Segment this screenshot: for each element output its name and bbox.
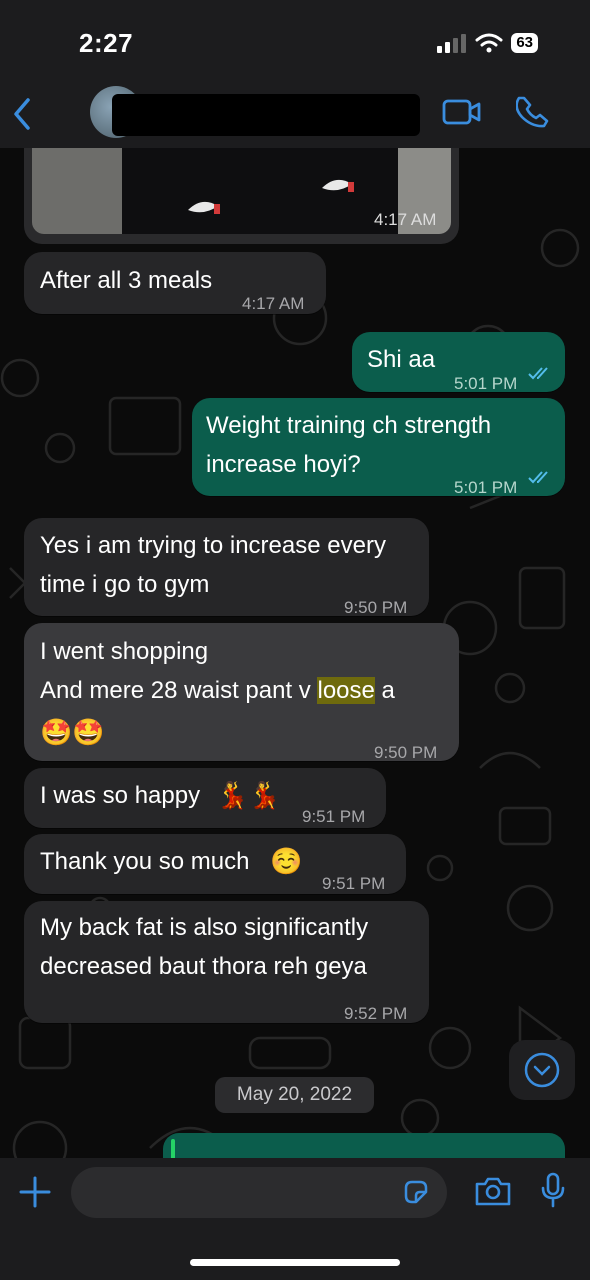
message-bubble-incoming[interactable]: Yes i am trying to increase every time i… xyxy=(24,518,429,617)
message-input[interactable] xyxy=(71,1167,447,1218)
message-text: Yes i am trying to increase every time i… xyxy=(40,532,386,598)
date-separator: May 20, 2022 xyxy=(215,1077,374,1113)
camera-icon[interactable] xyxy=(474,1175,512,1207)
message-text: My back fat is also significantly decrea… xyxy=(40,914,369,980)
message-text: Thank you so much xyxy=(40,848,250,875)
message-timestamp: 9:50 PM xyxy=(344,598,408,617)
emoji: 🤩🤩 xyxy=(40,717,105,747)
message-timestamp: 9:51 PM xyxy=(322,874,386,893)
message-bubble-outgoing[interactable]: Weight training ch strength increase hoy… xyxy=(192,398,565,497)
microphone-icon[interactable] xyxy=(540,1172,566,1210)
chevron-down-icon xyxy=(524,1052,560,1088)
photo-message[interactable]: 4:17 AM xyxy=(24,148,459,244)
message-text-segment: a xyxy=(374,677,395,704)
message-bubble-incoming[interactable]: My back fat is also significantly decrea… xyxy=(24,901,429,1023)
scroll-to-bottom-button[interactable] xyxy=(509,1040,575,1100)
message-text: I went shopping xyxy=(40,638,209,665)
contact-name-redacted[interactable] xyxy=(112,94,420,136)
wifi-icon xyxy=(475,33,503,53)
signal-icon xyxy=(437,34,467,53)
message-bubble-incoming[interactable]: I went shopping And mere 28 waist pant v… xyxy=(24,623,459,762)
message-bubble-incoming[interactable]: I was so happy 💃💃 9:51 PM xyxy=(24,768,386,828)
status-time: 2:27 xyxy=(79,28,134,58)
message-bubble-incoming[interactable]: Thank you so much ☺️ 9:51 PM xyxy=(24,834,406,894)
message-text: I was so happy xyxy=(40,782,201,809)
plus-icon[interactable] xyxy=(18,1175,52,1209)
emoji: 💃💃 xyxy=(216,780,281,810)
message-timestamp: 5:01 PM xyxy=(454,478,518,497)
message-text: After all 3 meals xyxy=(40,267,213,294)
message-text: Weight training ch strength increase hoy… xyxy=(206,412,492,478)
message-text-segment: And mere 28 waist pant v xyxy=(40,677,318,704)
battery-indicator: 63 xyxy=(511,33,538,53)
back-icon[interactable] xyxy=(10,96,36,132)
message-timestamp: 9:51 PM xyxy=(302,807,366,826)
message-timestamp: 9:50 PM xyxy=(374,743,438,762)
emoji: ☺️ xyxy=(270,846,303,876)
read-ticks-icon xyxy=(528,367,548,380)
message-text: And mere 28 waist pant v loose a xyxy=(40,671,395,710)
search-highlight: loose xyxy=(317,677,375,704)
message-timestamp: 9:52 PM xyxy=(344,1004,408,1023)
status-icons: 63 xyxy=(437,33,538,53)
message-timestamp: 4:17 AM xyxy=(374,210,437,229)
message-bubble-outgoing[interactable]: Shi aa 5:01 PM xyxy=(352,332,565,393)
message-timestamp: 4:17 AM xyxy=(242,294,305,313)
message-text: Shi aa xyxy=(367,346,436,373)
read-ticks-icon xyxy=(528,471,548,484)
message-bubble-incoming[interactable]: After all 3 meals 4:17 AM xyxy=(24,252,326,314)
phone-icon[interactable] xyxy=(516,95,550,129)
video-call-icon[interactable] xyxy=(442,97,482,127)
sticker-icon[interactable] xyxy=(402,1178,430,1206)
home-indicator xyxy=(190,1259,400,1266)
